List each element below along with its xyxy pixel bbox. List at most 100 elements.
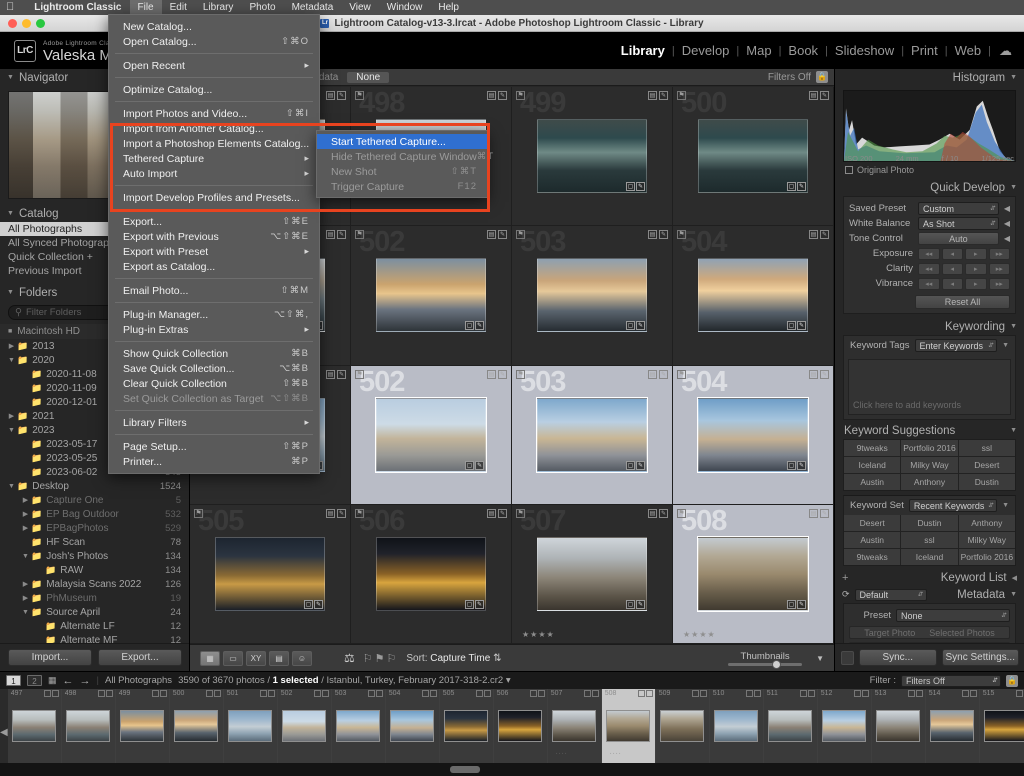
grid-cell-badges[interactable]: ▤✎ — [809, 509, 829, 518]
edit-icon[interactable]: ✎ — [636, 321, 645, 330]
filmstrip-thumbnail[interactable] — [336, 710, 380, 742]
forward-arrow-icon[interactable]: → — [80, 675, 91, 687]
filmstrip-cell[interactable]: 511 — [764, 689, 818, 763]
filmstrip-cell[interactable]: 513 — [872, 689, 926, 763]
badge-icon[interactable] — [484, 690, 491, 697]
grid-cell-badges[interactable]: ▤✎ — [648, 509, 668, 518]
file-menu-item[interactable]: Optimize Catalog... — [109, 82, 319, 97]
badge-icon[interactable] — [314, 690, 321, 697]
grid-cell-badges[interactable]: ▤✎ — [809, 370, 829, 379]
flag-badge-icon[interactable]: ⚑ — [355, 230, 364, 239]
badge-icon[interactable] — [106, 690, 113, 697]
filmstrip-thumbnail[interactable] — [606, 710, 650, 742]
file-menu-item[interactable]: Tethered Capture▸ — [109, 151, 319, 166]
left-arrow-icon[interactable]: ◀ — [1004, 234, 1010, 243]
left-arrow-icon[interactable]: ◀ — [1012, 574, 1017, 582]
sort-control[interactable]: Sort: Capture Time ⇅ — [406, 653, 501, 664]
import-button[interactable]: Import... — [8, 649, 92, 666]
badge-icon[interactable] — [692, 690, 699, 697]
badge-icon[interactable] — [962, 690, 969, 697]
quick-develop-header[interactable]: Quick Develop ▼ — [835, 179, 1024, 196]
cloud-icon[interactable]: ☁ — [999, 43, 1012, 59]
metadata-refresh-icon[interactable]: ⟳ — [842, 589, 850, 600]
flag-badge-icon[interactable]: ⚑ — [355, 370, 364, 379]
crop-badge-icon[interactable]: ▤ — [809, 509, 818, 518]
reset-all-button[interactable]: Reset All — [915, 295, 1010, 309]
filmstrip-cell[interactable]: 507···· — [548, 689, 602, 763]
file-menu-item[interactable]: Import Develop Profiles and Presets... — [109, 190, 319, 205]
survey-view-icon[interactable]: ▤ — [269, 651, 289, 666]
badge-icon[interactable] — [916, 690, 923, 697]
folder-item[interactable]: ▶📁EPBagPhotos529 — [0, 521, 189, 535]
thumbnail-badges[interactable]: ▢✎ — [787, 321, 806, 330]
grid-cell-badges[interactable]: ▤✎ — [487, 370, 507, 379]
menu-window[interactable]: Window — [379, 0, 431, 15]
filmstrip-cell[interactable]: 497 — [8, 689, 62, 763]
file-menu-item[interactable]: Export with Preset▸ — [109, 244, 319, 259]
crop-icon[interactable]: ▢ — [465, 321, 474, 330]
flag-badge-icon[interactable]: ⚑ — [355, 509, 364, 518]
crop-icon[interactable]: ▢ — [626, 600, 635, 609]
filmstrip-thumbnail[interactable] — [444, 710, 488, 742]
filmstrip-badges[interactable] — [692, 690, 707, 697]
folder-twisty-icon[interactable]: ▼ — [20, 553, 31, 560]
grid-thumbnail[interactable]: ▢✎ — [698, 119, 808, 193]
develop-badge-icon[interactable]: ✎ — [337, 230, 346, 239]
filmstrip-cell[interactable]: 498 — [62, 689, 116, 763]
filmstrip-thumbnail[interactable] — [714, 710, 758, 742]
filmstrip-cell[interactable]: 499 — [116, 689, 170, 763]
filmstrip-thumbnail[interactable] — [228, 710, 272, 742]
menu-library[interactable]: Library — [195, 0, 242, 15]
flag-badge-icon[interactable]: ⚑ — [516, 230, 525, 239]
crop-badge-icon[interactable]: ▤ — [648, 370, 657, 379]
crop-badge-icon[interactable]: ▤ — [648, 509, 657, 518]
filmstrip-cell[interactable]: 500 — [170, 689, 224, 763]
grid-cell-badges[interactable]: ▤✎ — [809, 91, 829, 100]
left-arrow-icon[interactable]: ◀ — [1004, 204, 1010, 213]
folder-twisty-icon[interactable]: ▶ — [20, 496, 31, 504]
crop-badge-icon[interactable]: ▤ — [326, 509, 335, 518]
grid-cell-badges[interactable]: ▤✎ — [487, 230, 507, 239]
crop-badge-icon[interactable]: ▤ — [487, 370, 496, 379]
grid-thumbnail[interactable]: ▢✎ — [215, 537, 325, 611]
exposure-plus[interactable]: ▸ — [965, 248, 987, 260]
module-book[interactable]: Book — [781, 43, 825, 58]
keyword-suggestion[interactable]: Austin — [844, 474, 900, 490]
tethered-submenu-item[interactable]: Trigger CaptureF12 — [317, 179, 487, 194]
grid-thumbnail[interactable]: ▢✎ — [537, 258, 647, 332]
metadata-target-row[interactable]: Target Photo Selected Photos — [849, 626, 1010, 639]
badge-icon[interactable] — [746, 690, 753, 697]
badge-icon[interactable] — [44, 690, 51, 697]
develop-badge-icon[interactable]: ✎ — [659, 91, 668, 100]
filmstrip-badges[interactable] — [962, 690, 977, 697]
develop-badge-icon[interactable]: ✎ — [659, 509, 668, 518]
grid-cell[interactable]: 502⚑▤✎▢✎ — [351, 366, 512, 505]
filmstrip-badges[interactable] — [584, 690, 599, 697]
chevron-down-icon[interactable]: ▼ — [7, 74, 14, 81]
grid-thumbnail[interactable]: ▢✎ — [376, 537, 486, 611]
thumbnail-size-slider[interactable]: Thumbnails — [728, 651, 808, 666]
keyword-set-grid[interactable]: DesertDustinAnthonyAustinsslMilky Way9tw… — [844, 515, 1015, 565]
badge-icon[interactable] — [322, 690, 329, 697]
page-2-button[interactable]: 2 — [27, 675, 42, 686]
chevron-down-icon[interactable]: ▼ — [7, 210, 14, 217]
menu-edit[interactable]: Edit — [162, 0, 195, 15]
filmstrip-badges[interactable] — [98, 690, 113, 697]
filmstrip-badges[interactable] — [1016, 690, 1024, 697]
filmstrip-thumbnail[interactable] — [174, 710, 218, 742]
badge-icon[interactable] — [206, 690, 213, 697]
folder-twisty-icon[interactable]: ▼ — [6, 427, 17, 434]
thumbnail-badges[interactable]: ▢✎ — [465, 461, 484, 470]
keyword-set-item[interactable]: Anthony — [959, 515, 1015, 531]
keywording-header[interactable]: Keywording ▼ — [835, 318, 1024, 335]
file-menu-item[interactable]: Email Photo...⇧⌘M — [109, 283, 319, 298]
folder-twisty-icon[interactable]: ▶ — [20, 580, 31, 588]
grid-thumbnail[interactable]: ▢✎ — [698, 398, 808, 472]
thumbnail-badges[interactable]: ▢✎ — [465, 600, 484, 609]
badge-icon[interactable] — [376, 690, 383, 697]
filmstrip-thumbnail[interactable] — [822, 710, 866, 742]
grid-view-icon[interactable]: ▦ — [200, 651, 220, 666]
crop-icon[interactable]: ▢ — [465, 461, 474, 470]
grid-toggle-icon[interactable]: ▦ — [48, 675, 57, 686]
histogram-header[interactable]: Histogram ▼ — [835, 69, 1024, 86]
